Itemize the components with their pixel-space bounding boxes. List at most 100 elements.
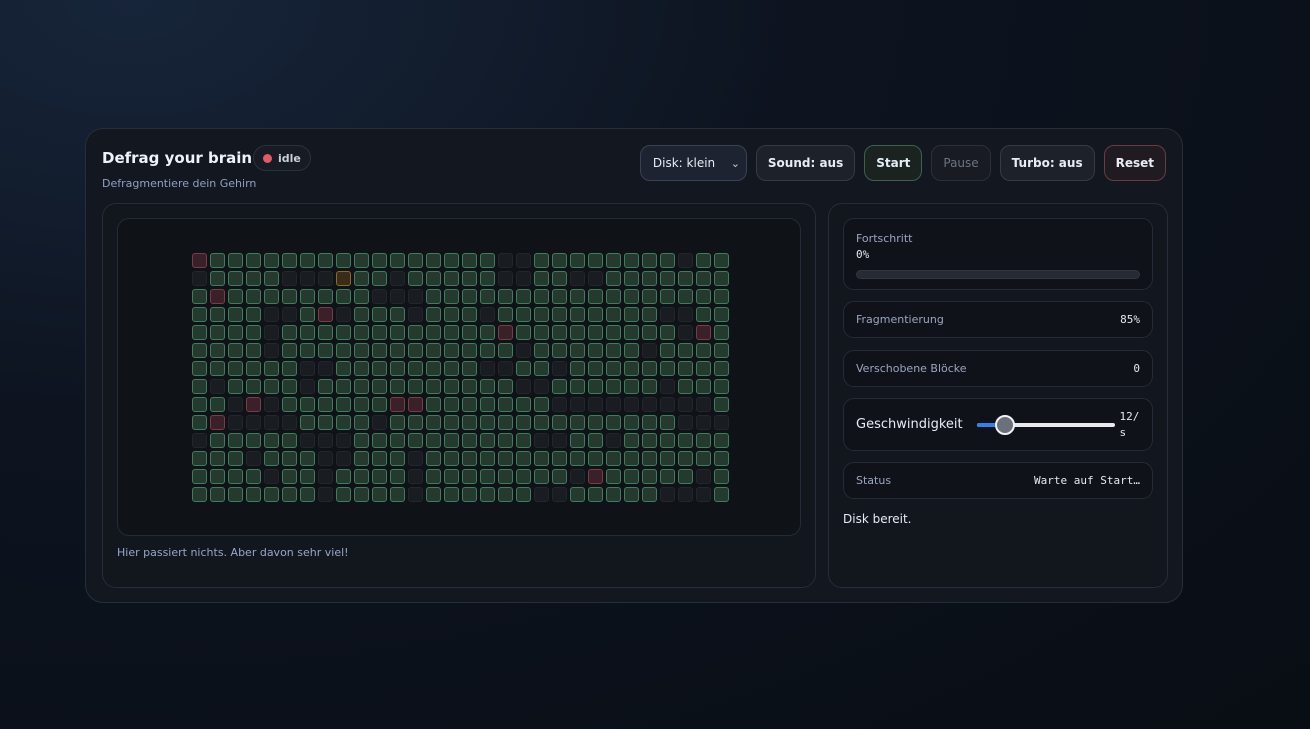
used-block [462,433,477,448]
disk-caption: Hier passiert nichts. Aber davon sehr vi… [117,546,349,559]
free-block [390,289,405,304]
used-block [246,487,261,502]
progress-card: Fortschritt 0% [843,218,1153,290]
used-block [606,307,621,322]
used-block [228,361,243,376]
disk-size-select[interactable]: Disk: klein ⌄ [639,145,747,181]
used-block [282,325,297,340]
free-block [318,271,333,286]
used-block [426,487,441,502]
free-block [714,415,729,430]
used-block [354,361,369,376]
speed-card: Geschwindigkeit 12/s [843,398,1153,451]
turbo-toggle-button[interactable]: Turbo: aus [999,145,1095,181]
moved-blocks-value: 0 [1133,362,1140,375]
used-block [642,469,657,484]
free-block [660,379,675,394]
used-block [516,325,531,340]
moved-blocks-card: Verschobene Blöcke 0 [843,350,1153,387]
used-block [354,433,369,448]
progress-bar [856,270,1140,279]
used-block [336,325,351,340]
free-block [372,289,387,304]
free-block [696,415,711,430]
fragmented-block [498,325,513,340]
used-block [354,289,369,304]
used-block [588,379,603,394]
moved-blocks-label: Verschobene Blöcke [856,362,967,375]
used-block [444,397,459,412]
used-block [300,253,315,268]
free-block [264,325,279,340]
used-block [696,289,711,304]
used-block [552,379,567,394]
free-block [336,307,351,322]
free-block [498,271,513,286]
app-title: Defrag your brain [102,149,253,167]
used-block [318,397,333,412]
used-block [462,325,477,340]
free-block [570,397,585,412]
used-block [390,415,405,430]
used-block [390,253,405,268]
used-block [606,271,621,286]
used-block [642,451,657,466]
used-block [714,271,729,286]
speed-slider-fill [976,422,997,427]
sound-toggle-button[interactable]: Sound: aus [755,145,856,181]
used-block [264,271,279,286]
used-block [318,325,333,340]
used-block [660,343,675,358]
speed-slider[interactable] [976,413,1115,437]
used-block [390,379,405,394]
used-block [696,361,711,376]
used-block [228,379,243,394]
used-block [426,415,441,430]
pause-button[interactable]: Pause [931,145,991,181]
used-block [642,325,657,340]
used-block [516,289,531,304]
used-block [228,451,243,466]
used-block [336,343,351,358]
used-block [588,433,603,448]
used-block [264,361,279,376]
free-block [408,289,423,304]
used-block [192,451,207,466]
free-block [318,469,333,484]
used-block [300,289,315,304]
used-block [660,469,675,484]
used-block [516,451,531,466]
used-block [264,433,279,448]
free-block [696,487,711,502]
used-block [354,253,369,268]
used-block [354,325,369,340]
used-block [642,379,657,394]
used-block [336,289,351,304]
used-block [588,307,603,322]
used-block [678,343,693,358]
used-block [714,487,729,502]
free-block [264,415,279,430]
status-badge: idle [253,145,311,171]
used-block [534,325,549,340]
used-block [480,289,495,304]
used-block [714,397,729,412]
free-block [660,397,675,412]
used-block [462,415,477,430]
start-button[interactable]: Start [864,145,923,181]
used-block [372,379,387,394]
fragmented-block [246,397,261,412]
used-block [426,253,441,268]
speed-slider-thumb[interactable] [994,414,1015,435]
free-block [408,469,423,484]
status-card: Status Warte auf Start… [843,462,1153,499]
used-block [390,469,405,484]
status-value: Warte auf Start… [1034,474,1140,487]
used-block [642,307,657,322]
free-block [318,361,333,376]
free-block [606,433,621,448]
free-block [642,343,657,358]
used-block [390,343,405,358]
reset-button[interactable]: Reset [1103,145,1166,181]
used-block [228,325,243,340]
